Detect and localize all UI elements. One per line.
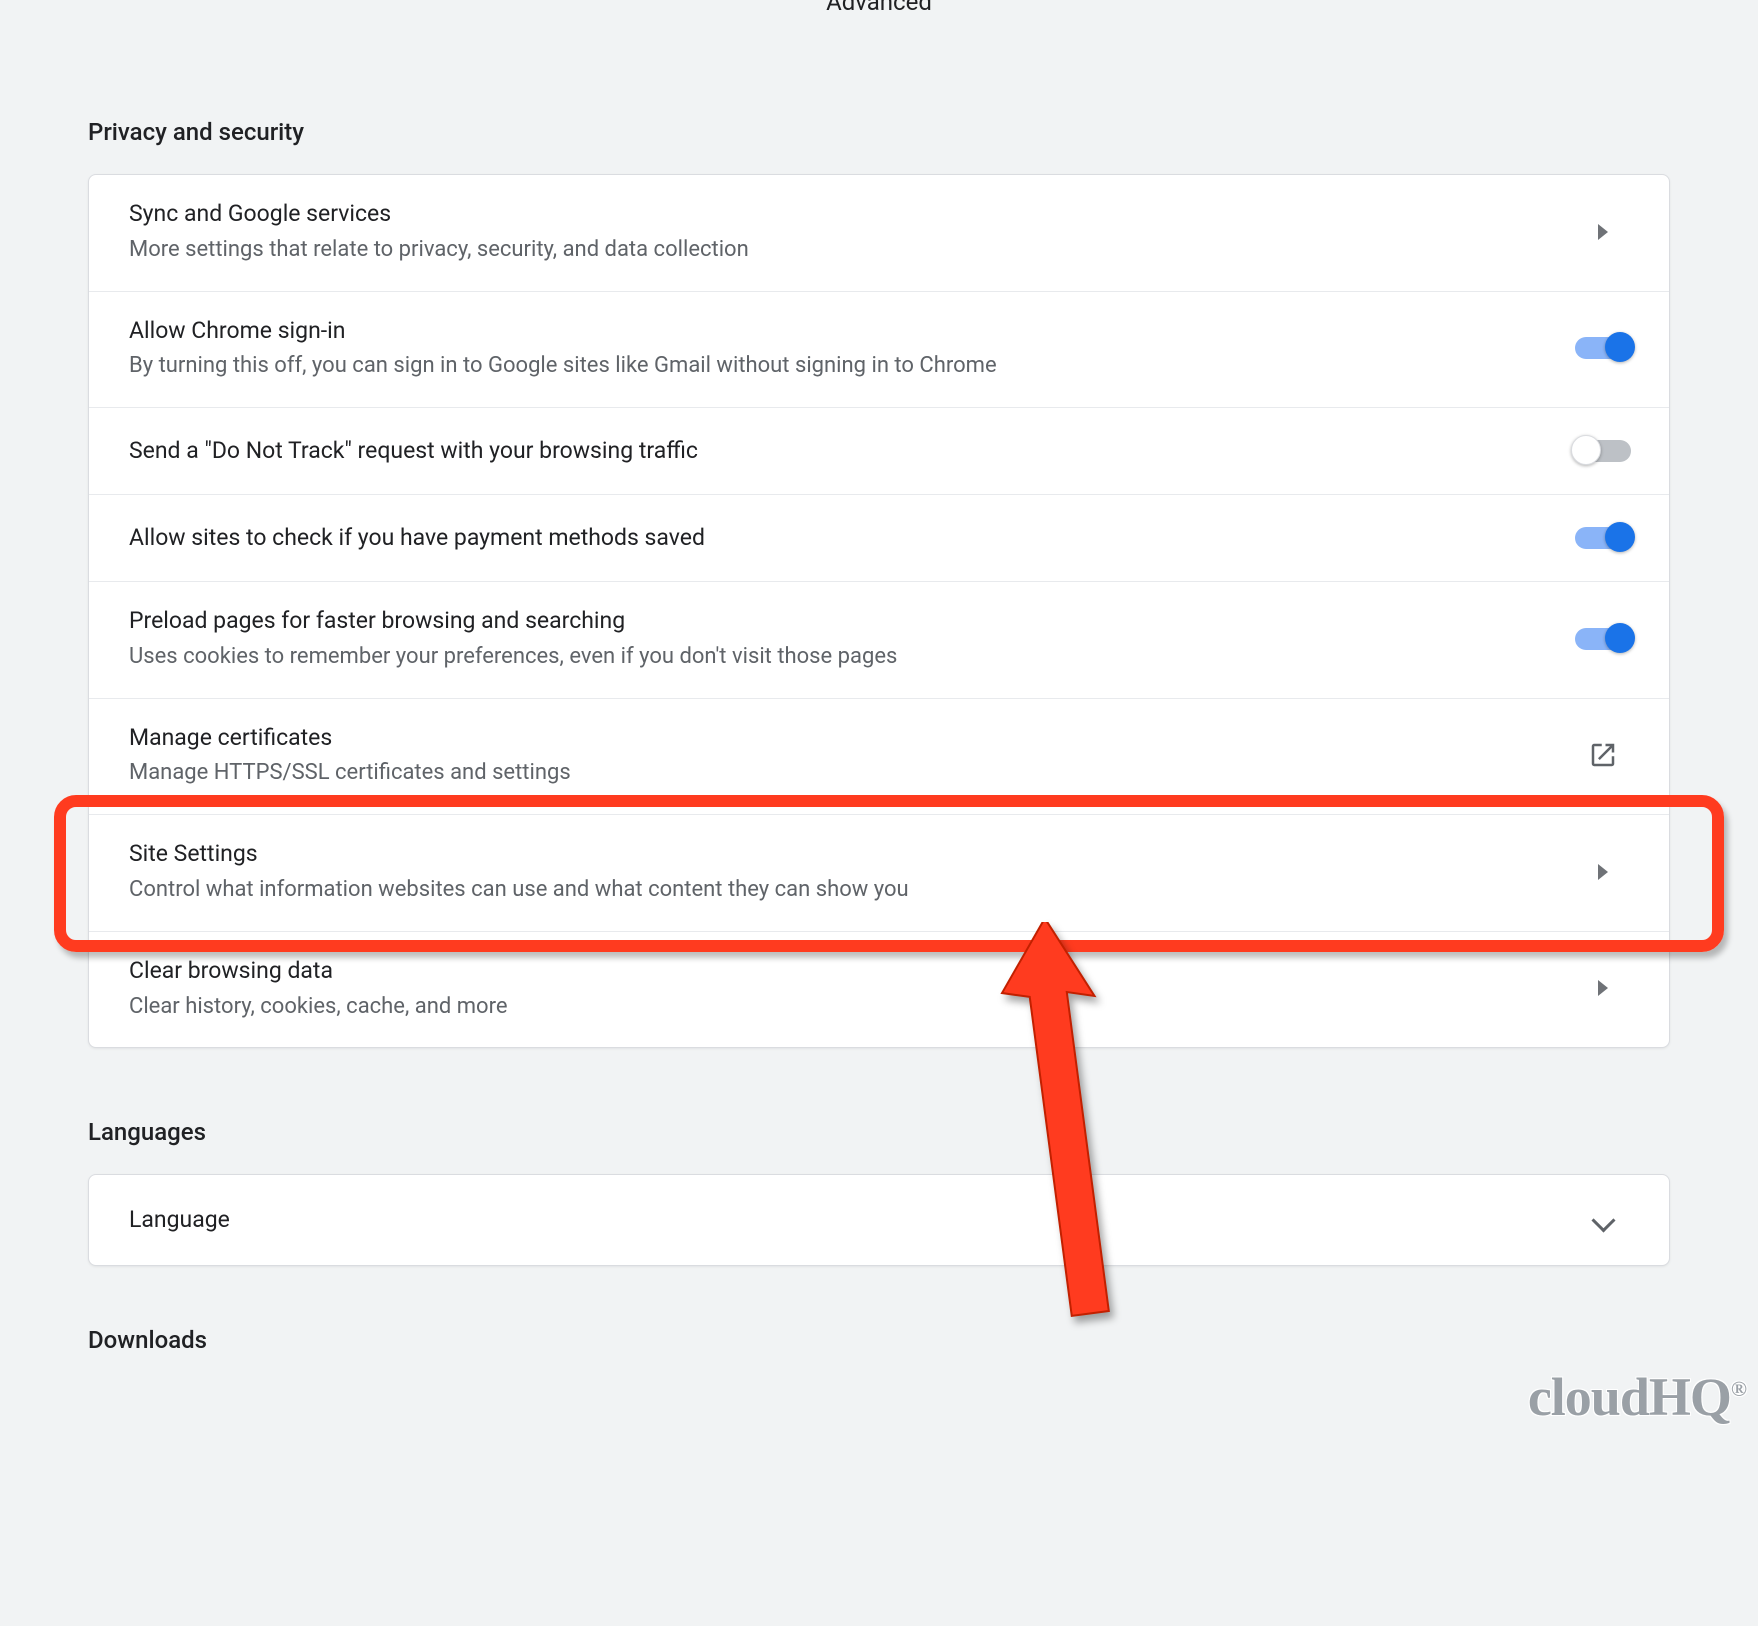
watermark-cloudhq: cloudHQ® bbox=[1528, 1366, 1746, 1428]
row-language[interactable]: Language bbox=[89, 1175, 1669, 1265]
row-subtitle: Uses cookies to remember your preference… bbox=[129, 642, 1573, 672]
row-site-settings[interactable]: Site Settings Control what information w… bbox=[89, 815, 1669, 932]
row-do-not-track[interactable]: Send a "Do Not Track" request with your … bbox=[89, 408, 1669, 495]
toggle-preload-pages[interactable] bbox=[1575, 628, 1631, 650]
row-title: Preload pages for faster browsing and se… bbox=[129, 606, 1573, 636]
row-allow-chrome-signin[interactable]: Allow Chrome sign-in By turning this off… bbox=[89, 292, 1669, 409]
row-subtitle: Clear history, cookies, cache, and more bbox=[129, 992, 1573, 1022]
section-title-downloads: Downloads bbox=[88, 1326, 1758, 1354]
annotation-arrow-icon bbox=[958, 922, 1178, 1352]
languages-card: Language bbox=[88, 1174, 1670, 1266]
row-manage-certificates[interactable]: Manage certificates Manage HTTPS/SSL cer… bbox=[89, 699, 1669, 816]
row-title: Language bbox=[129, 1205, 1573, 1235]
row-title: Sync and Google services bbox=[129, 199, 1573, 229]
external-link-icon bbox=[1573, 740, 1633, 770]
section-title-privacy: Privacy and security bbox=[88, 118, 1758, 146]
row-preload-pages[interactable]: Preload pages for faster browsing and se… bbox=[89, 582, 1669, 699]
row-sync-google-services[interactable]: Sync and Google services More settings t… bbox=[89, 175, 1669, 292]
arrow-right-icon bbox=[1573, 224, 1633, 240]
privacy-card: Sync and Google services More settings t… bbox=[88, 174, 1670, 1048]
row-title: Allow Chrome sign-in bbox=[129, 316, 1573, 346]
arrow-right-icon bbox=[1573, 980, 1633, 996]
arrow-right-icon bbox=[1573, 864, 1633, 880]
row-payment-methods[interactable]: Allow sites to check if you have payment… bbox=[89, 495, 1669, 582]
toggle-allow-chrome-signin[interactable] bbox=[1575, 337, 1631, 359]
toggle-payment-methods[interactable] bbox=[1575, 527, 1631, 549]
section-title-languages: Languages bbox=[88, 1118, 1758, 1146]
row-title: Site Settings bbox=[129, 839, 1573, 869]
row-clear-browsing-data[interactable]: Clear browsing data Clear history, cooki… bbox=[89, 932, 1669, 1048]
chevron-down-icon bbox=[1573, 1209, 1633, 1231]
row-subtitle: More settings that relate to privacy, se… bbox=[129, 235, 1573, 265]
advanced-header[interactable]: Advanced bbox=[0, 0, 1758, 16]
row-subtitle: Manage HTTPS/SSL certificates and settin… bbox=[129, 758, 1573, 788]
row-title: Manage certificates bbox=[129, 723, 1573, 753]
row-title: Send a "Do Not Track" request with your … bbox=[129, 436, 1573, 466]
row-subtitle: Control what information websites can us… bbox=[129, 875, 1573, 905]
row-title: Allow sites to check if you have payment… bbox=[129, 523, 1573, 553]
toggle-do-not-track[interactable] bbox=[1575, 440, 1631, 462]
row-title: Clear browsing data bbox=[129, 956, 1573, 986]
row-subtitle: By turning this off, you can sign in to … bbox=[129, 351, 1573, 381]
